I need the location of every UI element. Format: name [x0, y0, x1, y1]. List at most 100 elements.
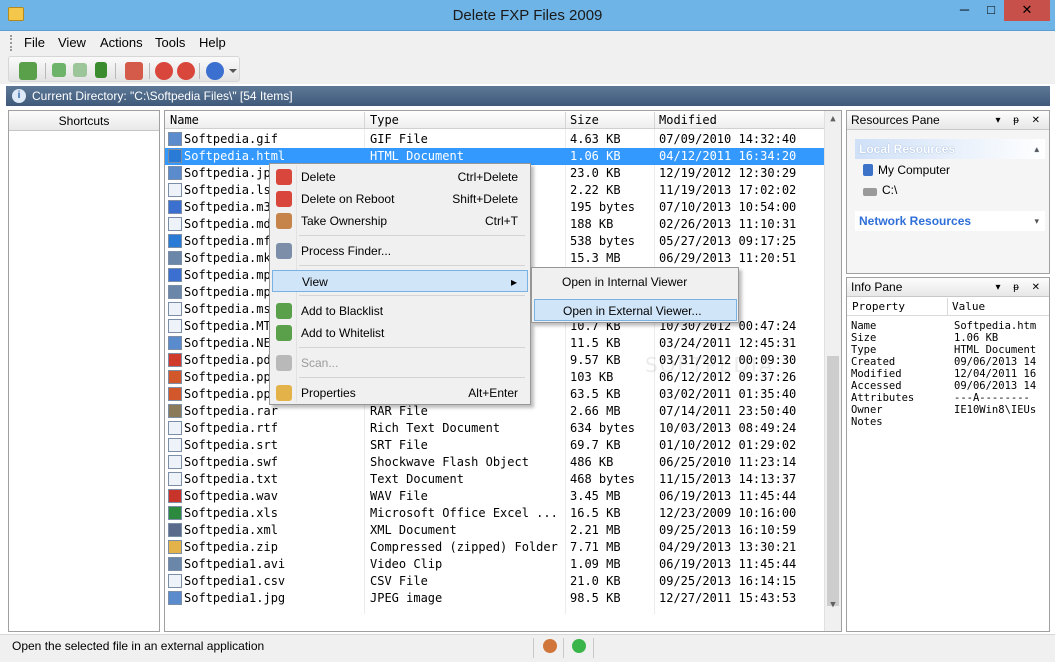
info-value: 09/06/2013 14 — [954, 380, 1037, 392]
scan-icon — [276, 355, 292, 371]
file-type: Microsoft Office Excel ... — [370, 506, 558, 520]
scroll-up-icon[interactable]: ▲ — [825, 111, 841, 127]
user-icon[interactable] — [543, 639, 557, 653]
value-column[interactable]: Value — [952, 300, 985, 313]
help-icon[interactable] — [206, 62, 224, 80]
menu-help[interactable]: Help — [199, 35, 226, 50]
file-row[interactable]: Softpedia.gif GIF File 4.63 KB 07/09/2010 1… — [165, 131, 825, 148]
scroll-thumb[interactable] — [827, 356, 839, 606]
file-size: 486 KB — [570, 455, 614, 469]
status-bar: Open the selected file in an external ap… — [0, 634, 1055, 662]
menu-shortcut: Alt+Enter — [468, 386, 518, 400]
doc-icon — [168, 472, 182, 486]
file-name: Softpedia.gif — [184, 132, 278, 146]
refresh-icon[interactable] — [19, 62, 37, 80]
minimize-button[interactable]: ─ — [951, 0, 978, 21]
move-icon[interactable] — [125, 62, 143, 80]
menu-tools[interactable]: Tools — [155, 35, 185, 50]
collapse-icon[interactable]: ▴ — [1034, 139, 1039, 159]
drive-icon — [863, 188, 877, 196]
menu-separator — [299, 347, 525, 348]
vertical-scrollbar[interactable]: ▲ ▼ — [824, 111, 841, 631]
column-divider[interactable] — [654, 112, 655, 128]
menu-separator — [299, 295, 525, 296]
file-row[interactable]: Softpedia.rtf Rich Text Document 634 bytes… — [165, 420, 825, 437]
menu-item-label: Properties — [301, 386, 356, 400]
menu-view[interactable]: View — [58, 35, 86, 50]
back-icon[interactable] — [52, 63, 66, 77]
column-type[interactable]: Type — [370, 113, 399, 127]
file-modified: 07/10/2013 10:54:00 — [659, 200, 797, 214]
menu-item-label: Delete on Reboot — [301, 192, 395, 206]
menu-item-add-to-blacklist[interactable]: Add to Blacklist — [272, 300, 528, 322]
menu-grip[interactable] — [10, 35, 13, 51]
network-resources-header[interactable]: Network Resources ▾ — [855, 211, 1045, 231]
file-name: Softpedia.html — [184, 149, 286, 163]
info-value: HTML Document — [954, 344, 1037, 356]
expand-icon[interactable]: ▾ — [1034, 211, 1039, 231]
file-name: Softpedia.wav — [184, 489, 278, 503]
shortcuts-header[interactable]: Shortcuts — [9, 111, 159, 131]
menu-actions[interactable]: Actions — [100, 35, 143, 50]
up-arrow-icon[interactable] — [95, 62, 107, 78]
column-divider[interactable] — [364, 112, 365, 128]
menu-bar: File View Actions Tools Help — [0, 31, 1055, 54]
file-row[interactable]: Softpedia1.jpg JPEG image 98.5 KB 12/27/201… — [165, 590, 825, 607]
menu-item-add-to-whitelist[interactable]: Add to Whitelist — [272, 322, 528, 344]
forward-icon[interactable] — [73, 63, 87, 77]
menu-item-process-finder[interactable]: Process Finder... — [272, 240, 528, 262]
file-row[interactable]: Softpedia1.csv CSV File 21.0 KB 09/25/2013 … — [165, 573, 825, 590]
file-row[interactable]: Softpedia.xls Microsoft Office Excel ... 1… — [165, 505, 825, 522]
open-external-viewer[interactable]: Open in External Viewer... — [534, 299, 737, 321]
info-value: ---A-------- — [954, 392, 1030, 404]
resources-pane: Resources Pane ▾ ᵽ ✕ Local Resources ▴ M… — [846, 110, 1050, 274]
scroll-down-icon[interactable]: ▼ — [825, 597, 841, 613]
menu-file[interactable]: File — [24, 35, 45, 50]
menu-item-properties[interactable]: Properties Alt+Enter — [272, 382, 528, 404]
ok-check-icon[interactable] — [572, 639, 586, 653]
toolbar-overflow-icon[interactable] — [229, 69, 237, 77]
open-internal-viewer[interactable]: Open in Internal Viewer — [534, 271, 737, 293]
column-name[interactable]: Name — [170, 113, 199, 127]
menu-item-delete-on-reboot[interactable]: Delete on Reboot Shift+Delete — [272, 188, 528, 210]
file-row[interactable]: Softpedia.wav WAV File 3.45 MB 06/19/2013 1… — [165, 488, 825, 505]
file-size: 4.63 KB — [570, 132, 621, 146]
info-row: Name Softpedia.htm — [851, 320, 1047, 332]
menu-item-view[interactable]: View ▸ — [272, 270, 528, 292]
column-divider[interactable] — [947, 298, 948, 316]
menu-item-delete[interactable]: Delete Ctrl+Delete — [272, 166, 528, 188]
my-computer-item[interactable]: My Computer — [863, 161, 950, 179]
file-row[interactable]: Softpedia.xml XML Document 2.21 MB 09/25/20… — [165, 522, 825, 539]
column-modified[interactable]: Modified — [659, 113, 717, 127]
delete-on-reboot-icon[interactable] — [177, 62, 195, 80]
file-row[interactable]: Softpedia1.avi Video Clip 1.09 MB 06/19/201… — [165, 556, 825, 573]
menu-item-take-ownership[interactable]: Take Ownership Ctrl+T — [272, 210, 528, 232]
property-column[interactable]: Property — [852, 300, 905, 313]
column-size[interactable]: Size — [570, 113, 599, 127]
file-modified: 11/15/2013 14:13:37 — [659, 472, 797, 486]
doc-icon — [168, 217, 182, 231]
toolbar-separator — [199, 63, 200, 79]
file-row[interactable]: Softpedia.swf Shockwave Flash Object 486 K… — [165, 454, 825, 471]
blacklist-icon — [276, 303, 292, 319]
file-row[interactable]: Softpedia.zip Compressed (zipped) Folder 7… — [165, 539, 825, 556]
file-row[interactable]: Softpedia.rar RAR File 2.66 MB 07/14/2011 2… — [165, 403, 825, 420]
pane-buttons[interactable]: ▾ ᵽ ✕ — [995, 278, 1045, 297]
file-name: Softpedia.xml — [184, 523, 278, 537]
pane-buttons[interactable]: ▾ ᵽ ✕ — [995, 111, 1045, 130]
ppt-icon — [168, 387, 182, 401]
close-button[interactable]: ✕ — [1004, 0, 1050, 21]
file-row[interactable]: Softpedia.srt SRT File 69.7 KB 01/10/2012 0… — [165, 437, 825, 454]
local-resources-header[interactable]: Local Resources ▴ — [855, 139, 1045, 159]
process-finder-icon — [276, 243, 292, 259]
file-modified: 06/19/2013 11:45:44 — [659, 489, 797, 503]
file-row[interactable]: Softpedia.txt Text Document 468 bytes 11/15… — [165, 471, 825, 488]
file-modified: 06/25/2010 11:23:14 — [659, 455, 797, 469]
file-modified: 12/23/2009 10:16:00 — [659, 506, 797, 520]
video-icon — [168, 285, 182, 299]
delete-icon[interactable] — [155, 62, 173, 80]
c-drive-item[interactable]: C:\ — [863, 181, 897, 199]
maximize-button[interactable]: □ — [978, 0, 1004, 21]
video-icon — [168, 251, 182, 265]
column-divider[interactable] — [565, 112, 566, 128]
